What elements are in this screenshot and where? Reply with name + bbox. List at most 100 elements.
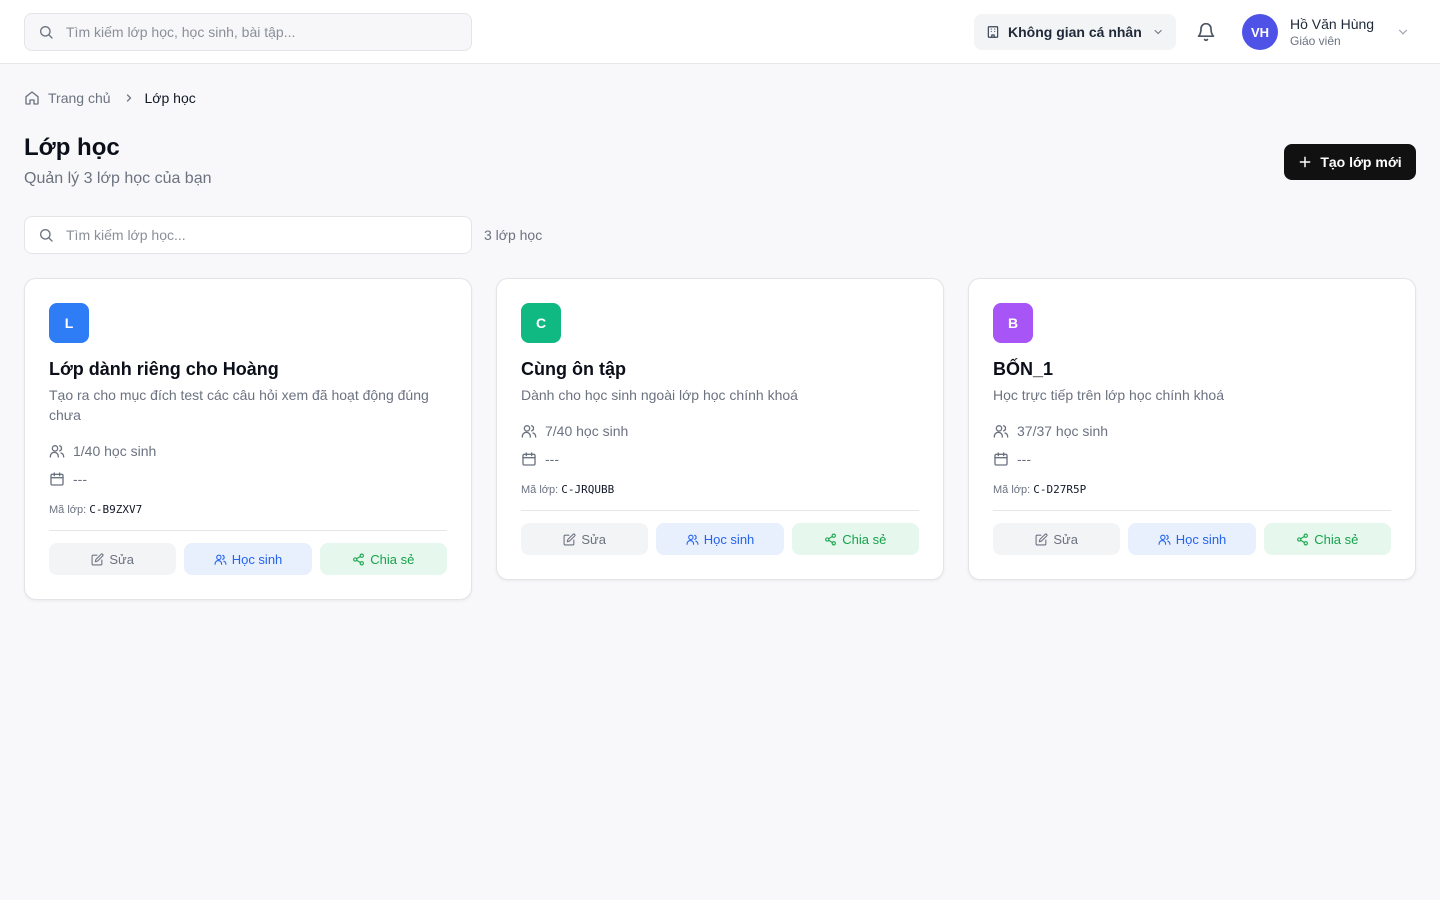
class-badge: L bbox=[49, 303, 89, 343]
class-students-label: 7/40 học sinh bbox=[545, 423, 629, 439]
class-description: Dành cho học sinh ngoài lớp học chính kh… bbox=[521, 387, 798, 403]
class-badge: C bbox=[521, 303, 561, 343]
edit-icon bbox=[563, 532, 576, 545]
class-name[interactable]: Lớp dành riêng cho Hoàng bbox=[49, 359, 447, 379]
class-code-prefix: Mã lớp: bbox=[521, 484, 559, 496]
class-code-row: Mã lớp: C-D27R5P bbox=[993, 483, 1391, 497]
page-subtitle: Quản lý 3 lớp học của bạn bbox=[24, 170, 212, 187]
class-card: C Cùng ôn tập Dành cho học sinh ngoài lớ… bbox=[496, 278, 944, 580]
class-badge: B bbox=[993, 303, 1033, 343]
building-icon bbox=[987, 26, 999, 38]
share-label: Chia sẻ bbox=[370, 551, 415, 567]
chevron-down-icon bbox=[1154, 29, 1162, 35]
class-code-row: Mã lớp: C-B9ZXV7 bbox=[49, 503, 447, 517]
edit-icon bbox=[1035, 532, 1048, 545]
students-label: Học sinh bbox=[703, 531, 755, 547]
class-code-prefix: Mã lớp: bbox=[49, 504, 87, 516]
students-label: Học sinh bbox=[231, 551, 283, 567]
global-search[interactable] bbox=[24, 13, 472, 51]
users-icon bbox=[49, 445, 65, 458]
share-button[interactable]: Chia sẻ bbox=[791, 523, 919, 555]
chevron-down-icon bbox=[1398, 29, 1408, 35]
edit-button[interactable]: Sửa bbox=[49, 543, 177, 575]
class-name[interactable]: BỐN_1 bbox=[993, 359, 1391, 379]
breadcrumb: Trang chủ Lớp học bbox=[24, 88, 196, 108]
class-students: 7/40 học sinh bbox=[521, 421, 919, 441]
class-code-row: Mã lớp: C-JRQUBB bbox=[521, 483, 919, 497]
class-schedule-label: --- bbox=[73, 471, 87, 487]
breadcrumb-home[interactable]: Trang chủ bbox=[24, 90, 111, 106]
calendar-icon bbox=[50, 472, 64, 486]
chevron-right-icon bbox=[126, 94, 131, 102]
share-label: Chia sẻ bbox=[1314, 531, 1359, 547]
class-actions: Sửa Học sinh Chia sẻ bbox=[49, 543, 447, 575]
class-schedule-label: --- bbox=[1017, 451, 1031, 467]
edit-label: Sửa bbox=[581, 531, 606, 547]
calendar-icon bbox=[522, 452, 536, 466]
class-schedule-label: --- bbox=[545, 451, 559, 467]
divider bbox=[49, 530, 447, 531]
edit-label: Sửa bbox=[1053, 531, 1078, 547]
share-button[interactable]: Chia sẻ bbox=[319, 543, 447, 575]
workspace-label: Không gian cá nhân bbox=[1007, 24, 1142, 40]
user-name: Hồ Văn Hùng bbox=[1290, 16, 1375, 32]
share-icon bbox=[353, 553, 365, 565]
page-title: Lớp học bbox=[24, 134, 120, 161]
user-role: Giáo viên bbox=[1290, 34, 1341, 48]
class-students-label: 37/37 học sinh bbox=[1017, 423, 1109, 439]
share-button[interactable]: Chia sẻ bbox=[1263, 523, 1391, 555]
class-code: C-B9ZXV7 bbox=[89, 503, 143, 516]
workspace-selector[interactable]: Không gian cá nhân bbox=[974, 14, 1176, 50]
class-schedule: --- bbox=[993, 449, 1391, 469]
class-search-input[interactable] bbox=[66, 227, 446, 243]
users-icon bbox=[521, 425, 537, 438]
class-card: B BỐN_1 Học trực tiếp trên lớp học chính… bbox=[968, 278, 1416, 580]
class-schedule: --- bbox=[49, 469, 447, 489]
user-info: Hồ Văn Hùng Giáo viên bbox=[1290, 15, 1390, 49]
class-list: L Lớp dành riêng cho Hoàng Tạo ra cho mụ… bbox=[24, 278, 1416, 600]
user-menu[interactable]: VH Hồ Văn Hùng Giáo viên bbox=[1242, 14, 1412, 50]
class-count: 3 lớp học bbox=[484, 227, 543, 243]
edit-button[interactable]: Sửa bbox=[993, 523, 1121, 555]
breadcrumb-home-label: Trang chủ bbox=[48, 90, 111, 106]
users-icon bbox=[993, 425, 1009, 438]
class-search[interactable] bbox=[24, 216, 472, 254]
class-name[interactable]: Cùng ôn tập bbox=[521, 359, 919, 379]
students-button[interactable]: Học sinh bbox=[1128, 523, 1256, 555]
class-description: Tạo ra cho mục đích test các câu hỏi xem… bbox=[49, 387, 429, 423]
class-students-label: 1/40 học sinh bbox=[73, 443, 157, 459]
students-label: Học sinh bbox=[1175, 531, 1227, 547]
students-button[interactable]: Học sinh bbox=[656, 523, 784, 555]
breadcrumb-current: Lớp học bbox=[144, 90, 196, 106]
notifications-button[interactable] bbox=[1194, 20, 1218, 44]
divider bbox=[993, 510, 1391, 511]
edit-icon bbox=[91, 552, 104, 565]
class-code-prefix: Mã lớp: bbox=[993, 484, 1031, 496]
class-students: 37/37 học sinh bbox=[993, 421, 1391, 441]
create-class-label: Tạo lớp mới bbox=[1320, 154, 1402, 170]
class-code: C-JRQUBB bbox=[561, 483, 615, 496]
search-icon bbox=[40, 26, 53, 39]
class-actions: Sửa Học sinh Chia sẻ bbox=[993, 523, 1391, 555]
plus-icon bbox=[1299, 156, 1311, 168]
divider bbox=[521, 510, 919, 511]
share-label: Chia sẻ bbox=[842, 531, 887, 547]
users-icon bbox=[686, 534, 699, 545]
global-search-input[interactable] bbox=[66, 24, 446, 40]
class-code: C-D27R5P bbox=[1033, 483, 1087, 496]
class-description: Học trực tiếp trên lớp học chính khoá bbox=[993, 387, 1224, 403]
students-button[interactable]: Học sinh bbox=[184, 543, 312, 575]
create-class-button[interactable]: Tạo lớp mới bbox=[1284, 144, 1416, 180]
edit-button[interactable]: Sửa bbox=[521, 523, 649, 555]
users-icon bbox=[214, 554, 227, 565]
class-schedule: --- bbox=[521, 449, 919, 469]
class-card: L Lớp dành riêng cho Hoàng Tạo ra cho mụ… bbox=[24, 278, 472, 600]
bell-icon bbox=[1197, 22, 1215, 42]
avatar: VH bbox=[1242, 14, 1278, 50]
share-icon bbox=[825, 533, 837, 545]
class-students: 1/40 học sinh bbox=[49, 441, 447, 461]
top-bar: Không gian cá nhân VH Hồ Văn Hùng Giáo v… bbox=[0, 0, 1440, 64]
calendar-icon bbox=[994, 452, 1008, 466]
home-icon bbox=[25, 91, 39, 105]
search-icon bbox=[40, 229, 53, 242]
